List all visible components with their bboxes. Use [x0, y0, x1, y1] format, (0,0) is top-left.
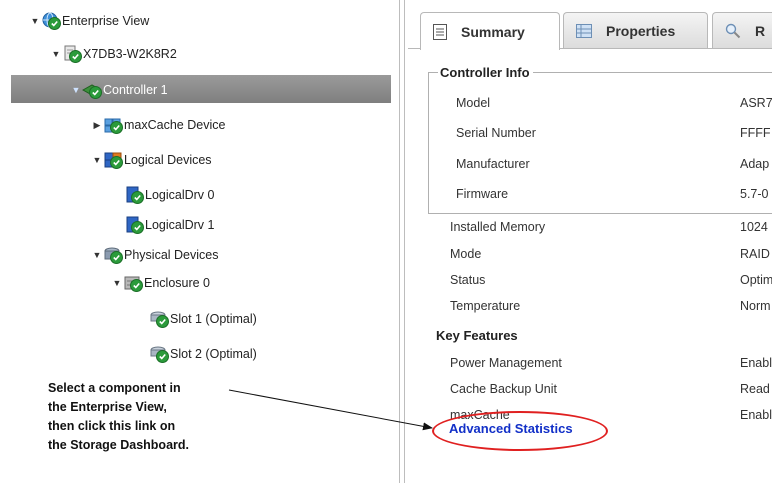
info-row-firmware: Firmware 5.7-0 — [456, 187, 772, 207]
pane-divider-edge — [404, 0, 405, 483]
tree-node-enclosure[interactable]: ▼ Enclosure 0 — [112, 273, 210, 293]
expand-arrow-icon[interactable]: ▼ — [51, 49, 61, 59]
pane-divider[interactable] — [399, 0, 400, 483]
tree-node-slot-1[interactable]: Slot 1 (Optimal) — [149, 309, 257, 329]
enclosure-icon — [123, 274, 143, 292]
tab-r[interactable]: R — [712, 12, 772, 48]
info-row-manufacturer: Manufacturer Adap — [456, 157, 772, 177]
feature-row-power-management: Power Management Enabl — [450, 356, 772, 376]
tree-node-physical-devices[interactable]: ▼ Physical Devices — [92, 245, 218, 265]
tree-node-logical-drive-1[interactable]: LogicalDrv 1 — [124, 215, 214, 235]
tab-r-label: R — [755, 22, 766, 39]
tab-summary[interactable]: Summary — [420, 12, 560, 50]
feature-value: Enabl — [740, 408, 772, 422]
feature-label: maxCache — [450, 408, 510, 422]
tree-label-logical-drive-1: LogicalDrv 1 — [145, 218, 215, 232]
tree-label-logical-devices: Logical Devices — [124, 153, 212, 167]
feature-value: Read — [740, 382, 770, 396]
tree-label-slot-2: Slot 2 (Optimal) — [170, 347, 257, 361]
feature-value: Enabl — [740, 356, 772, 370]
server-icon — [62, 45, 82, 63]
feature-row-cache-backup-unit: Cache Backup Unit Read — [450, 382, 772, 402]
disk-drive-icon — [149, 310, 169, 328]
tree-node-maxcache-device[interactable]: ▶ maxCache Device — [92, 115, 225, 135]
advanced-statistics-link[interactable]: Advanced Statistics — [449, 421, 573, 436]
detail-row-status: Status Optim — [450, 273, 772, 293]
tree-node-server[interactable]: ▼ X7DB3-W2K8R2 — [51, 44, 177, 64]
callout-line: the Storage Dashboard. — [48, 438, 189, 452]
tree-label-logical-drive-0: LogicalDrv 0 — [145, 188, 215, 202]
tree-node-logical-drive-0[interactable]: LogicalDrv 0 — [124, 185, 214, 205]
tab-properties-label: Properties — [606, 22, 676, 39]
info-label: Firmware — [456, 187, 509, 201]
detail-value: 1024 — [740, 220, 768, 234]
detail-label: Mode — [450, 247, 482, 261]
detail-label: Temperature — [450, 299, 521, 313]
tree-label-slot-1: Slot 1 (Optimal) — [170, 312, 257, 326]
collapse-arrow-icon[interactable]: ▶ — [92, 120, 102, 131]
selected-row-highlight — [11, 75, 391, 103]
detail-label: Installed Memory — [450, 220, 546, 234]
controller-card-icon — [81, 81, 103, 99]
callout-line: the Enterprise View, — [48, 400, 167, 414]
expand-arrow-icon[interactable]: ▼ — [71, 85, 81, 95]
document-lines-icon — [433, 23, 447, 40]
tree-node-enterprise-view[interactable]: ▼ Enterprise View — [30, 11, 149, 31]
tab-summary-label: Summary — [461, 23, 525, 40]
tree-node-logical-devices[interactable]: ▼ Logical Devices — [92, 150, 212, 170]
info-label: Serial Number — [456, 126, 536, 140]
info-row-serial-number: Serial Number FFFF — [456, 126, 772, 146]
tree-label-server: X7DB3-W2K8R2 — [83, 47, 177, 61]
dashboard-tabs: Summary Properties R — [408, 0, 772, 50]
callout-text: Select a component in the Enterprise Vie… — [48, 379, 248, 455]
detail-value: Optim — [740, 273, 772, 287]
detail-row-temperature: Temperature Norm — [450, 299, 772, 319]
key-features-heading: Key Features — [436, 328, 518, 343]
expand-arrow-icon[interactable]: ▼ — [92, 250, 102, 260]
info-value: ASR7 — [740, 96, 772, 110]
tree-label-enclosure: Enclosure 0 — [144, 276, 211, 290]
detail-value: RAID — [740, 247, 770, 261]
disk-drive-icon — [149, 345, 169, 363]
info-label: Model — [456, 96, 491, 110]
info-value: Adap — [740, 157, 770, 171]
info-value: 5.7-0 — [740, 187, 769, 201]
tree-label-maxcache-device: maxCache Device — [124, 118, 226, 132]
info-value: FFFF — [740, 126, 771, 140]
controller-info-title: Controller Info — [438, 65, 533, 80]
detail-row-mode: Mode RAID — [450, 247, 772, 267]
callout-line: then click this link on — [48, 419, 176, 433]
tree-label-controller: Controller 1 — [103, 83, 168, 97]
feature-label: Cache Backup Unit — [450, 382, 558, 396]
feature-label: Power Management — [450, 356, 562, 370]
physical-devices-icon — [103, 246, 123, 264]
logical-drive-icon — [124, 186, 144, 204]
logical-devices-icon — [103, 151, 123, 169]
info-label: Manufacturer — [456, 157, 530, 171]
info-row-model: Model ASR7 — [456, 96, 772, 116]
callout-line: Select a component in — [48, 381, 181, 395]
tab-properties[interactable]: Properties — [563, 12, 708, 48]
expand-arrow-icon[interactable]: ▼ — [30, 16, 40, 26]
properties-grid-icon — [576, 23, 592, 38]
detail-row-installed-memory: Installed Memory 1024 — [450, 220, 772, 240]
detail-value: Norm — [740, 299, 771, 313]
maxcache-device-icon — [103, 116, 123, 134]
logical-drive-icon — [124, 216, 144, 234]
expand-arrow-icon[interactable]: ▼ — [112, 278, 122, 288]
tree-node-controller[interactable]: ▼ Controller 1 — [71, 80, 168, 100]
tree-label-physical-devices: Physical Devices — [124, 248, 219, 262]
enterprise-globe-icon — [41, 12, 61, 30]
detail-label: Status — [450, 273, 486, 287]
magnifier-icon — [725, 23, 741, 39]
expand-arrow-icon[interactable]: ▼ — [92, 155, 102, 165]
tree-label-enterprise-view: Enterprise View — [62, 14, 150, 28]
tree-node-slot-2[interactable]: Slot 2 (Optimal) — [149, 344, 257, 364]
